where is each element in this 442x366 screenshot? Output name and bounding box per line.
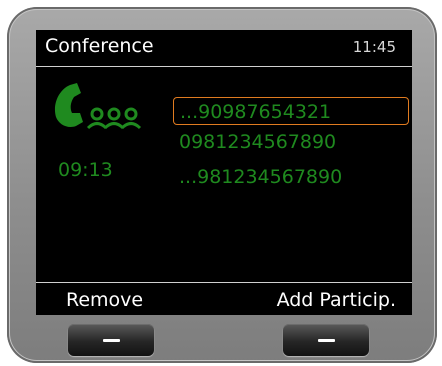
dash-icon bbox=[318, 339, 335, 342]
participant-number: 0981234567890 bbox=[179, 131, 337, 153]
display-screen: Conference 11:45 09:13 ...90987654321 09… bbox=[36, 30, 412, 315]
softkey-remove-label: Remove bbox=[66, 289, 144, 311]
conference-call-icon bbox=[54, 83, 142, 130]
participant-number: ...981234567890 bbox=[179, 166, 343, 188]
right-softkey-button[interactable] bbox=[283, 324, 369, 356]
dash-icon bbox=[103, 339, 120, 342]
participant-item[interactable]: ...981234567890 bbox=[173, 163, 409, 191]
status-bar: Conference 11:45 bbox=[36, 30, 412, 66]
clock: 11:45 bbox=[352, 38, 396, 56]
left-softkey-button[interactable] bbox=[68, 324, 154, 356]
softkey-add-participant-label: Add Particip. bbox=[276, 289, 396, 311]
participant-item[interactable]: 0981234567890 bbox=[173, 128, 409, 156]
phone-bezel: Conference 11:45 09:13 ...90987654321 09… bbox=[7, 7, 437, 363]
call-duration: 09:13 bbox=[58, 159, 113, 181]
screen-title: Conference bbox=[45, 35, 154, 57]
header-divider bbox=[36, 66, 412, 67]
softkey-divider bbox=[36, 282, 412, 283]
participant-item[interactable]: ...90987654321 bbox=[173, 97, 409, 125]
participant-number: ...90987654321 bbox=[180, 101, 332, 123]
softkey-bar: Remove Add Particip. bbox=[36, 284, 412, 315]
